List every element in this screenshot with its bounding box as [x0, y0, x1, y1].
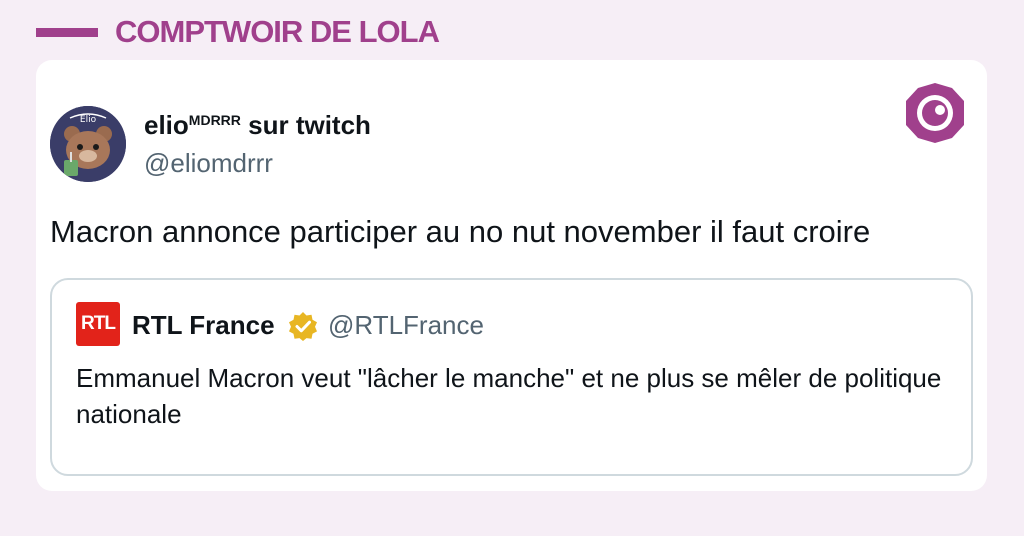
eye-badge-icon [906, 83, 964, 143]
quote-text: Emmanuel Macron veut "lâcher le manche" … [76, 363, 942, 429]
brand-bar [36, 28, 98, 37]
display-name-superscript: MDRRR [188, 112, 241, 128]
quote-card[interactable]: RTL RTL France @RTLFrance Emmanuel Macro… [50, 278, 973, 476]
display-name[interactable]: elioMDRRR sur twitch [144, 110, 371, 141]
quote-author-name[interactable]: RTL France [132, 310, 275, 341]
avatar-bear-image: Elio [50, 106, 126, 182]
tweet-text: Macron annonce participer au no nut nove… [50, 214, 871, 249]
display-name-main: elio [144, 110, 189, 140]
quote-author-handle[interactable]: @RTLFrance [328, 310, 484, 341]
display-name-suffix: sur twitch [240, 110, 371, 140]
avatar[interactable]: Elio [50, 106, 126, 182]
verified-badge-icon [289, 312, 317, 341]
tweet-card: Elio elioMDRRR sur twitch @eliomdrrr Mac… [36, 60, 987, 491]
user-handle[interactable]: @eliomdrrr [144, 148, 273, 179]
rtl-logo: RTL [76, 302, 120, 346]
avatar-label: Elio [80, 115, 97, 125]
brand-name: COMPTWOIR DE LOLA [115, 14, 440, 49]
